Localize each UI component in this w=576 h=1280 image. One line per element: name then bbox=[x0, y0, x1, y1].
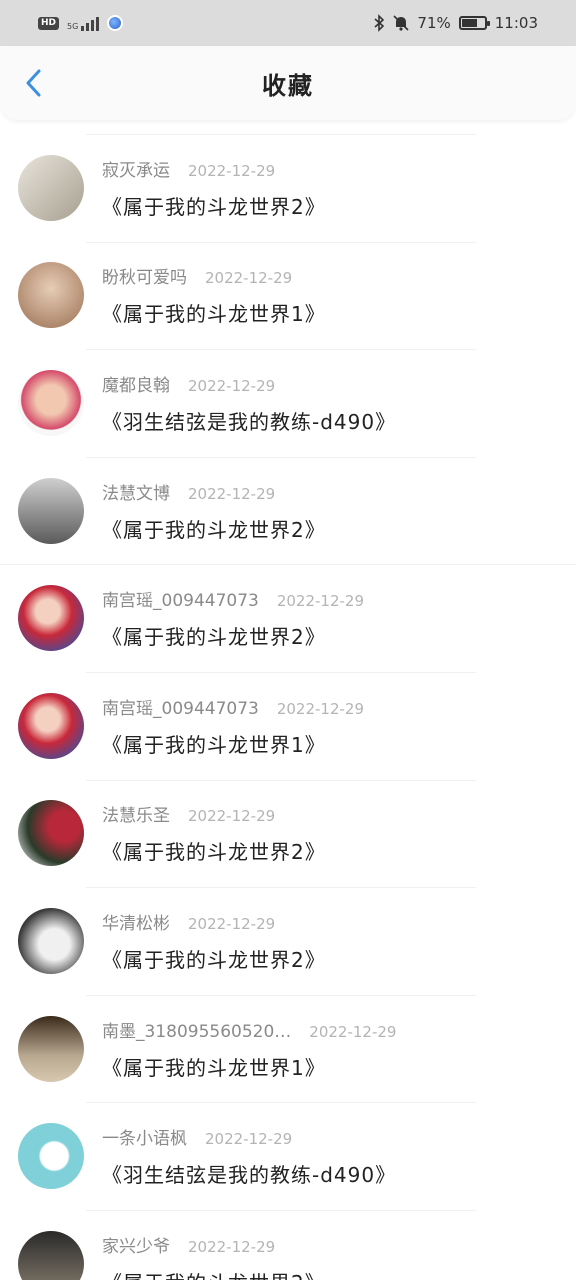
book-title: 《属于我的斗龙世界2》 bbox=[102, 517, 326, 542]
list-item[interactable]: 一条小语枫 2022-12-29 《羽生结弦是我的教练-d490》 bbox=[0, 1102, 576, 1210]
date: 2022-12-29 bbox=[188, 484, 276, 503]
username: 盼秋可爱吗 bbox=[102, 268, 187, 289]
list-item[interactable]: 盼秋可爱吗 2022-12-29 《属于我的斗龙世界1》 bbox=[0, 241, 576, 350]
avatar bbox=[18, 1123, 84, 1190]
avatar bbox=[18, 907, 84, 974]
username: 魔都良翰 bbox=[102, 375, 170, 396]
mute-icon bbox=[393, 15, 409, 31]
battery-icon bbox=[458, 16, 490, 30]
date: 2022-12-29 bbox=[276, 699, 365, 718]
status-right: 71% 11:03 bbox=[373, 14, 538, 32]
avatar bbox=[18, 800, 84, 867]
status-left: HD 5G bbox=[38, 15, 124, 31]
book-title: 《属于我的斗龙世界2》 bbox=[102, 1267, 326, 1280]
date: 2022-12-29 bbox=[188, 376, 276, 395]
page-header: 收藏 bbox=[0, 46, 576, 120]
hd-badge: HD bbox=[38, 16, 60, 30]
network-type: 5G bbox=[67, 22, 79, 31]
username: 一条小语枫 bbox=[102, 1129, 187, 1150]
book-title: 《属于我的斗龙世界2》 bbox=[102, 625, 326, 650]
book-title: 《属于我的斗龙世界2》 bbox=[102, 194, 326, 219]
book-title: 《羽生结弦是我的教练-d490》 bbox=[102, 409, 397, 434]
date: 2022-12-29 bbox=[188, 914, 276, 933]
battery-percent: 71% bbox=[417, 14, 451, 32]
avatar bbox=[18, 369, 84, 436]
signal-icon: 5G bbox=[67, 15, 100, 31]
username: 寂灭承运 bbox=[102, 160, 170, 181]
avatar bbox=[18, 262, 84, 329]
avatar bbox=[18, 692, 84, 759]
list-item[interactable]: 法慧文博 2022-12-29 《属于我的斗龙世界2》 bbox=[0, 456, 576, 565]
book-title: 《属于我的斗龙世界2》 bbox=[102, 840, 326, 865]
book-title: 《属于我的斗龙世界2》 bbox=[102, 947, 326, 972]
date: 2022-12-29 bbox=[188, 807, 276, 826]
app-notification-icon bbox=[107, 15, 124, 31]
book-title: 《属于我的斗龙世界1》 bbox=[102, 732, 326, 757]
username: 南宫瑶_009447073 bbox=[102, 698, 259, 719]
date: 2022-12-29 bbox=[205, 269, 293, 288]
username: 南宫瑶_009447073 bbox=[102, 591, 259, 612]
list-item[interactable]: 法慧乐圣 2022-12-29 《属于我的斗龙世界2》 bbox=[0, 779, 576, 888]
username: 南墨_318095560520… bbox=[102, 1021, 292, 1042]
date: 2022-12-29 bbox=[188, 161, 276, 180]
list-item[interactable]: 华清松彬 2022-12-29 《属于我的斗龙世界2》 bbox=[0, 887, 576, 995]
username: 家兴少爷 bbox=[102, 1236, 170, 1257]
book-title: 《属于我的斗龙世界1》 bbox=[102, 302, 326, 327]
date: 2022-12-29 bbox=[276, 592, 365, 611]
username: 法慧文博 bbox=[102, 483, 170, 504]
book-title: 《属于我的斗龙世界1》 bbox=[102, 1055, 326, 1080]
avatar bbox=[18, 154, 84, 221]
date: 2022-12-29 bbox=[205, 1130, 293, 1149]
username: 法慧乐圣 bbox=[102, 806, 170, 827]
page-title: 收藏 bbox=[262, 71, 314, 100]
back-button[interactable] bbox=[18, 68, 48, 98]
avatar bbox=[18, 1015, 84, 1082]
bluetooth-icon bbox=[374, 14, 385, 32]
avatar bbox=[18, 585, 84, 652]
avatar bbox=[18, 1230, 84, 1280]
list-item[interactable]: 南宫瑶_009447073 2022-12-29 《属于我的斗龙世界1》 bbox=[0, 671, 576, 780]
list-item[interactable]: 家兴少爷 2022-12-29 《属于我的斗龙世界2》 bbox=[0, 1209, 576, 1280]
list-item[interactable]: 魔都良翰 2022-12-29 《羽生结弦是我的教练-d490》 bbox=[0, 349, 576, 457]
list-item[interactable]: 南墨_318095560520… 2022-12-29 《属于我的斗龙世界1》 bbox=[0, 994, 576, 1103]
status-bar: HD 5G 71% 11:03 bbox=[0, 0, 576, 46]
favorites-list: 寂灭承运 2022-12-29 《属于我的斗龙世界2》 盼秋可爱吗 2022-1… bbox=[0, 134, 576, 1280]
avatar bbox=[18, 477, 84, 544]
list-item[interactable]: 南宫瑶_009447073 2022-12-29 《属于我的斗龙世界2》 bbox=[0, 564, 576, 672]
list-item[interactable]: 寂灭承运 2022-12-29 《属于我的斗龙世界2》 bbox=[0, 134, 576, 242]
chevron-left-icon bbox=[26, 69, 41, 97]
date: 2022-12-29 bbox=[188, 1237, 276, 1256]
book-title: 《羽生结弦是我的教练-d490》 bbox=[102, 1163, 397, 1188]
clock: 11:03 bbox=[494, 14, 538, 32]
date: 2022-12-29 bbox=[309, 1022, 397, 1041]
username: 华清松彬 bbox=[102, 913, 170, 934]
